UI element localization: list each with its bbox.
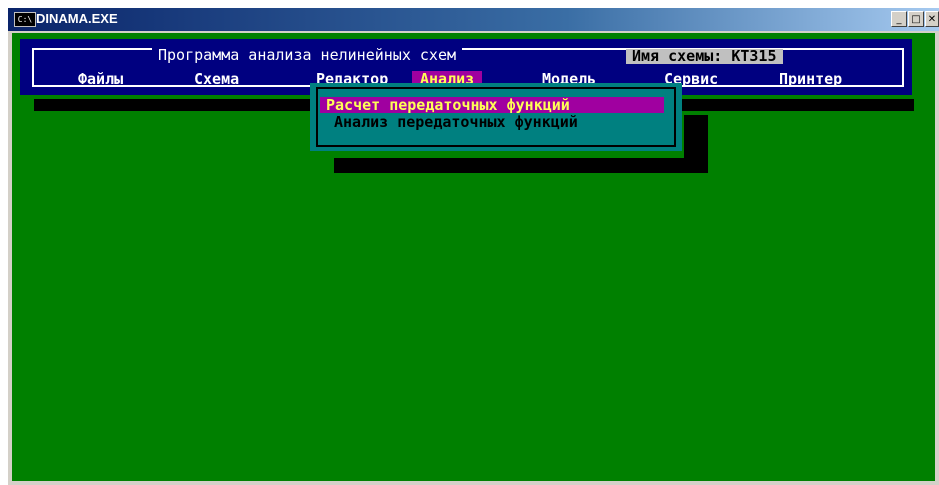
menu-printer[interactable]: Принтер bbox=[779, 71, 842, 87]
dropdown-shadow-side bbox=[684, 115, 708, 173]
program-title: Программа анализа нелинейных схем bbox=[152, 48, 463, 63]
maximize-button[interactable]: □ bbox=[908, 11, 924, 27]
menu-files[interactable]: Файлы bbox=[78, 71, 123, 87]
console-icon[interactable]: C:\ bbox=[14, 12, 36, 27]
menu-schema[interactable]: Схема bbox=[194, 71, 239, 87]
console-window: C:\ DINAMA.EXE _ □ ✕ Программа анализа н… bbox=[8, 8, 939, 485]
dos-screen: Программа анализа нелинейных схем Имя сх… bbox=[12, 33, 935, 481]
menu-frame: Программа анализа нелинейных схем Имя сх… bbox=[32, 48, 904, 87]
minimize-button[interactable]: _ bbox=[891, 11, 907, 27]
analysis-dropdown: Расчет передаточных функций Анализ перед… bbox=[310, 83, 682, 151]
dropdown-shadow bbox=[334, 158, 708, 173]
dropdown-item-calc-transfer[interactable]: Расчет передаточных функций bbox=[320, 97, 664, 113]
close-button[interactable]: ✕ bbox=[925, 11, 939, 27]
schema-name: Имя схемы: КТ315 bbox=[626, 49, 783, 64]
window-title: DINAMA.EXE bbox=[36, 11, 118, 26]
title-bar[interactable]: C:\ DINAMA.EXE _ □ ✕ bbox=[8, 8, 939, 31]
dropdown-item-analyze-transfer[interactable]: Анализ передаточных функций bbox=[320, 114, 578, 130]
